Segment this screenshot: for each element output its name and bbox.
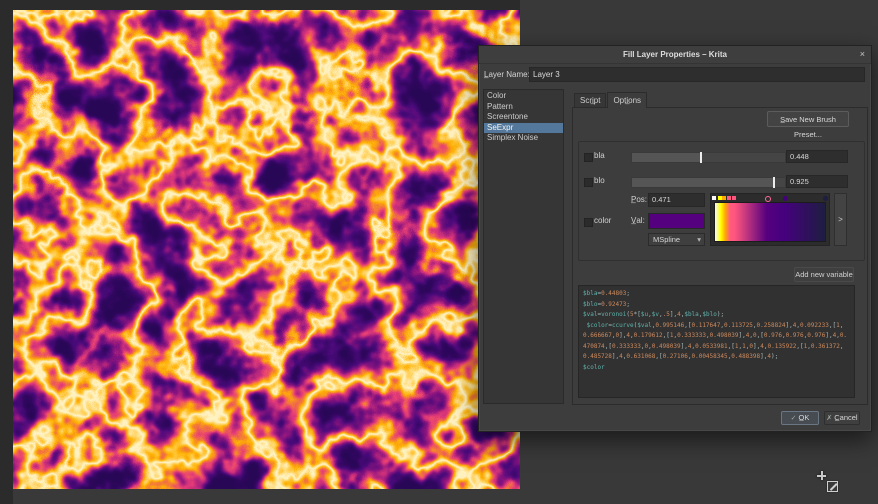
ok-button[interactable]: ✓O̲K (781, 411, 819, 425)
code-line: $bla=0.44803; (583, 289, 850, 300)
value-field-blo[interactable]: 0.925 (786, 175, 848, 188)
tabbar: Scri̲ptOpti̲ons (574, 92, 648, 108)
transform-cursor-icon (827, 481, 838, 492)
checkbox-color[interactable] (584, 218, 593, 227)
code-line: $blo=0.92473; (583, 300, 850, 311)
gradient-stop-marker[interactable] (722, 196, 726, 200)
interpolation-dropdown[interactable]: MSpline ▾ (648, 233, 705, 246)
variable-label-bla: bla (594, 150, 605, 162)
layer-name-input[interactable] (529, 67, 865, 82)
slider-fill (632, 178, 774, 187)
category-item-simplex-noise[interactable]: Simplex Noise (484, 133, 563, 144)
add-new-variable-button[interactable]: Add new variable (794, 267, 854, 282)
slider-fill (632, 153, 701, 162)
gradient-preview[interactable] (714, 202, 826, 242)
gradient-stop-marker[interactable] (783, 196, 788, 201)
gradient-stop-marker[interactable] (727, 196, 731, 200)
checkbox-bla[interactable] (584, 153, 593, 162)
layer-name-label: L̲ayer Name: (484, 68, 530, 82)
dialog-title: Fill Layer Properties – Krita (479, 46, 871, 63)
category-item-color[interactable]: Color (484, 91, 563, 102)
interpolation-value: MSpline (653, 235, 680, 244)
gradient-stop-strip (714, 195, 826, 202)
pos-label: P̲os: (631, 194, 647, 206)
slider-bla[interactable] (631, 152, 786, 163)
tab-script[interactable]: Scri̲pt (574, 93, 606, 108)
value-field-bla[interactable]: 0.448 (786, 150, 848, 163)
category-item-seexpr[interactable]: SeExpr (484, 123, 563, 134)
code-line: $color=ccurve($val,0.995146,[0.117647,0.… (583, 321, 850, 363)
document-canvas[interactable] (13, 10, 520, 489)
x-icon: ✗ (826, 415, 832, 422)
fill-layer-properties-dialog: Fill Layer Properties – Krita × L̲ayer N… (478, 45, 872, 432)
seexpr-script-editor[interactable]: $bla=0.44803;$blo=0.92473;$val=voronoi(5… (578, 285, 855, 398)
category-item-pattern[interactable]: Pattern (484, 102, 563, 113)
tab-options[interactable]: Opti̲ons (607, 92, 647, 108)
slider-handle[interactable] (700, 152, 702, 163)
gradient-detail-button[interactable]: > (834, 193, 847, 246)
code-line: $val=voronoi(5*[$u,$v,.5],4,$bla,$blo); (583, 310, 850, 321)
cancel-button[interactable]: ✗C̲ancel (824, 411, 860, 425)
variable-label-color: color (594, 215, 611, 227)
variable-label-blo: blo (594, 175, 605, 187)
slider-handle[interactable] (773, 177, 775, 188)
dialog-titlebar[interactable]: Fill Layer Properties – Krita × (479, 46, 871, 64)
checkbox-blo[interactable] (584, 178, 593, 187)
ok-button-label: O̲K (799, 413, 810, 422)
out-of-canvas-strip-top (0, 0, 520, 10)
category-item-screentone[interactable]: Screentone (484, 112, 563, 123)
out-of-canvas-strip-left (0, 0, 13, 504)
gradient-stop-marker[interactable] (712, 196, 716, 200)
slider-blo[interactable] (631, 177, 786, 188)
gradient-stop-marker[interactable] (732, 196, 736, 200)
color-value-swatch[interactable] (648, 213, 705, 229)
gradient-stop-marker[interactable] (823, 196, 828, 201)
generator-category-list: ColorPatternScreentoneSeExprSimplex Nois… (483, 89, 564, 404)
seexpr-pattern-image (13, 10, 520, 489)
close-icon[interactable]: × (860, 46, 865, 63)
crosshair-cursor-icon (817, 471, 826, 480)
cancel-button-label: C̲ancel (834, 413, 857, 422)
save-new-brush-preset-button[interactable]: S̲ave New Brush Preset... (767, 111, 849, 127)
check-icon: ✓ (791, 415, 797, 422)
pos-input[interactable]: 0.471 (648, 193, 705, 207)
val-label: V̲al: (631, 215, 645, 227)
code-line: $color (583, 363, 850, 374)
chevron-down-icon: ▾ (697, 234, 701, 246)
gradient-editor[interactable] (710, 193, 830, 246)
